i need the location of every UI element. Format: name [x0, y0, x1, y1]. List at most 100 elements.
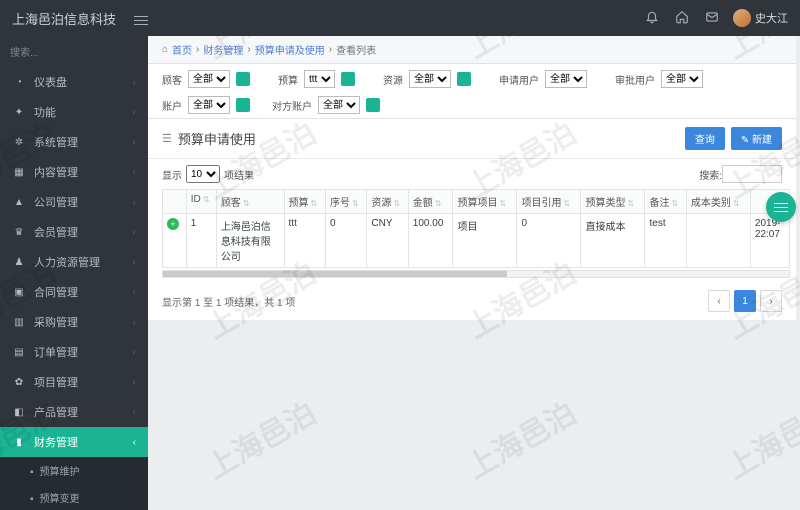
menu-icon: ▮ — [12, 437, 26, 448]
filter-budget[interactable]: ttt — [304, 70, 335, 88]
sidebar-sub-预算维护[interactable]: ▪预算维护 — [0, 457, 148, 484]
sidebar-item-label: 内容管理 — [34, 164, 78, 180]
crumb-home[interactable]: 首页 — [172, 42, 192, 57]
cell-customer: 上海邑泊信息科技有限公司 — [216, 214, 284, 268]
col-budget-item[interactable]: 预算项目⇅ — [453, 190, 517, 214]
show-label: 显示 — [162, 167, 182, 182]
col-customer[interactable]: 顾客⇅ — [216, 190, 284, 214]
dot-icon: ▪ — [30, 494, 34, 505]
crumb-l2[interactable]: 预算申请及使用 — [255, 42, 325, 57]
username: 史大江 — [755, 10, 788, 26]
page-size-select[interactable]: 10 — [186, 165, 220, 183]
filter-resource-label: 资源 — [383, 72, 403, 87]
chevron-left-icon: ‹ — [133, 197, 136, 208]
filter-customer[interactable]: 全部 — [188, 70, 230, 88]
sidebar-sub-预算变更[interactable]: ▪预算变更 — [0, 484, 148, 510]
query-button[interactable]: 查询 — [685, 127, 725, 150]
menu-icon: ♛ — [12, 227, 26, 238]
col-budget-type[interactable]: 预算类型⇅ — [581, 190, 645, 214]
chevron-left-icon: ‹ — [133, 137, 136, 148]
filter-account[interactable]: 全部 — [188, 96, 230, 114]
menu-icon: ✦ — [12, 107, 26, 118]
sidebar-item-订单管理[interactable]: ▤订单管理‹ — [0, 337, 148, 367]
filter-apply-user[interactable]: 全部 — [545, 70, 587, 88]
avatar — [733, 9, 751, 27]
table-row: +1上海邑泊信息科技有限公司ttt0CNY100.00项目0直接成本test20… — [163, 214, 790, 268]
chevron-left-icon: ‹ — [133, 347, 136, 358]
filter-account-label: 账户 — [162, 98, 182, 113]
bell-icon[interactable] — [645, 10, 659, 27]
sidebar-item-财务管理[interactable]: ▮ 财务管理 ‹ — [0, 427, 148, 457]
search-input[interactable] — [722, 165, 782, 183]
expand-row-icon[interactable]: + — [167, 218, 179, 230]
col-item-ref[interactable]: 项目引用⇅ — [517, 190, 581, 214]
filter-chip[interactable] — [236, 72, 250, 86]
chevron-left-icon: ‹ — [133, 437, 136, 448]
col-seq[interactable]: 序号⇅ — [325, 190, 366, 214]
filter-other-account-label: 对方账户 — [272, 98, 312, 113]
filter-budget-label: 预算 — [278, 72, 298, 87]
menu-icon: ◧ — [12, 407, 26, 418]
menu-icon: ▦ — [12, 167, 26, 178]
chevron-left-icon: ‹ — [133, 407, 136, 418]
pager-page-1[interactable]: 1 — [734, 290, 756, 312]
home-icon: ⌂ — [162, 44, 168, 55]
filter-audit-user-label: 审批用户 — [615, 72, 655, 87]
filter-resource[interactable]: 全部 — [409, 70, 451, 88]
chevron-left-icon: ‹ — [133, 77, 136, 88]
menu-icon: ✲ — [12, 137, 26, 148]
col-amount[interactable]: 金额⇅ — [408, 190, 453, 214]
filter-chip[interactable] — [457, 72, 471, 86]
cell-budget-type: 直接成本 — [581, 214, 645, 268]
col-budget[interactable]: 预算⇅ — [284, 190, 325, 214]
sidebar-item-label: 订单管理 — [34, 344, 78, 360]
filter-chip[interactable] — [236, 98, 250, 112]
filter-audit-user[interactable]: 全部 — [661, 70, 703, 88]
filter-apply-user-label: 申请用户 — [499, 72, 539, 87]
table-horizontal-scrollbar[interactable] — [162, 270, 790, 278]
sidebar-item-系统管理[interactable]: ✲系统管理‹ — [0, 127, 148, 157]
home-icon[interactable] — [675, 10, 689, 27]
sidebar-item-项目管理[interactable]: ✿项目管理‹ — [0, 367, 148, 397]
cell-budget: ttt — [284, 214, 325, 268]
sidebar-item-label: 产品管理 — [34, 404, 78, 420]
sidebar-item-label: 财务管理 — [34, 434, 78, 450]
cell-amount: 100.00 — [408, 214, 453, 268]
pager-next[interactable]: › — [760, 290, 782, 312]
sidebar-item-人力资源管理[interactable]: ♟人力资源管理‹ — [0, 247, 148, 277]
col-id[interactable]: ID⇅ — [186, 190, 216, 214]
search-label: 搜索: — [699, 167, 722, 182]
mail-icon[interactable] — [705, 10, 719, 27]
floating-menu-button[interactable] — [766, 192, 796, 222]
pencil-icon: ✎ — [741, 135, 749, 146]
menu-icon: ✿ — [12, 377, 26, 388]
sidebar-item-产品管理[interactable]: ◧ 产品管理 ‹ — [0, 397, 148, 427]
filter-customer-label: 顾客 — [162, 72, 182, 87]
sidebar-item-label: 采购管理 — [34, 314, 78, 330]
menu-icon: ♟ — [12, 257, 26, 268]
filter-other-account[interactable]: 全部 — [318, 96, 360, 114]
filter-chip[interactable] — [366, 98, 380, 112]
sidebar-item-label: 项目管理 — [34, 374, 78, 390]
col-resource[interactable]: 资源⇅ — [367, 190, 408, 214]
menu-toggle[interactable] — [134, 12, 148, 24]
sidebar-item-仪表盘[interactable]: ◔仪表盘‹ — [0, 67, 148, 97]
sidebar-search[interactable]: 搜索... — [0, 36, 148, 67]
create-button[interactable]: ✎ 新建 — [731, 127, 782, 150]
menu-icon: ▥ — [12, 317, 26, 328]
sidebar-item-会员管理[interactable]: ♛会员管理‹ — [0, 217, 148, 247]
sidebar-item-内容管理[interactable]: ▦内容管理‹ — [0, 157, 148, 187]
chevron-left-icon: ‹ — [133, 227, 136, 238]
col-cost-type[interactable]: 成本类别⇅ — [686, 190, 750, 214]
crumb-l1[interactable]: 财务管理 — [203, 42, 243, 57]
user-menu[interactable]: 史大江 — [733, 9, 788, 27]
pager-prev[interactable]: ‹ — [708, 290, 730, 312]
col-remark[interactable]: 备注⇅ — [645, 190, 686, 214]
brand-title: 上海邑泊信息科技 — [12, 9, 116, 28]
sidebar-item-公司管理[interactable]: ▲公司管理‹ — [0, 187, 148, 217]
sidebar-item-采购管理[interactable]: ▥采购管理‹ — [0, 307, 148, 337]
filter-chip[interactable] — [341, 72, 355, 86]
sidebar-item-label: 功能 — [34, 104, 56, 120]
sidebar-item-功能[interactable]: ✦功能‹ — [0, 97, 148, 127]
sidebar-item-合同管理[interactable]: ▣合同管理‹ — [0, 277, 148, 307]
